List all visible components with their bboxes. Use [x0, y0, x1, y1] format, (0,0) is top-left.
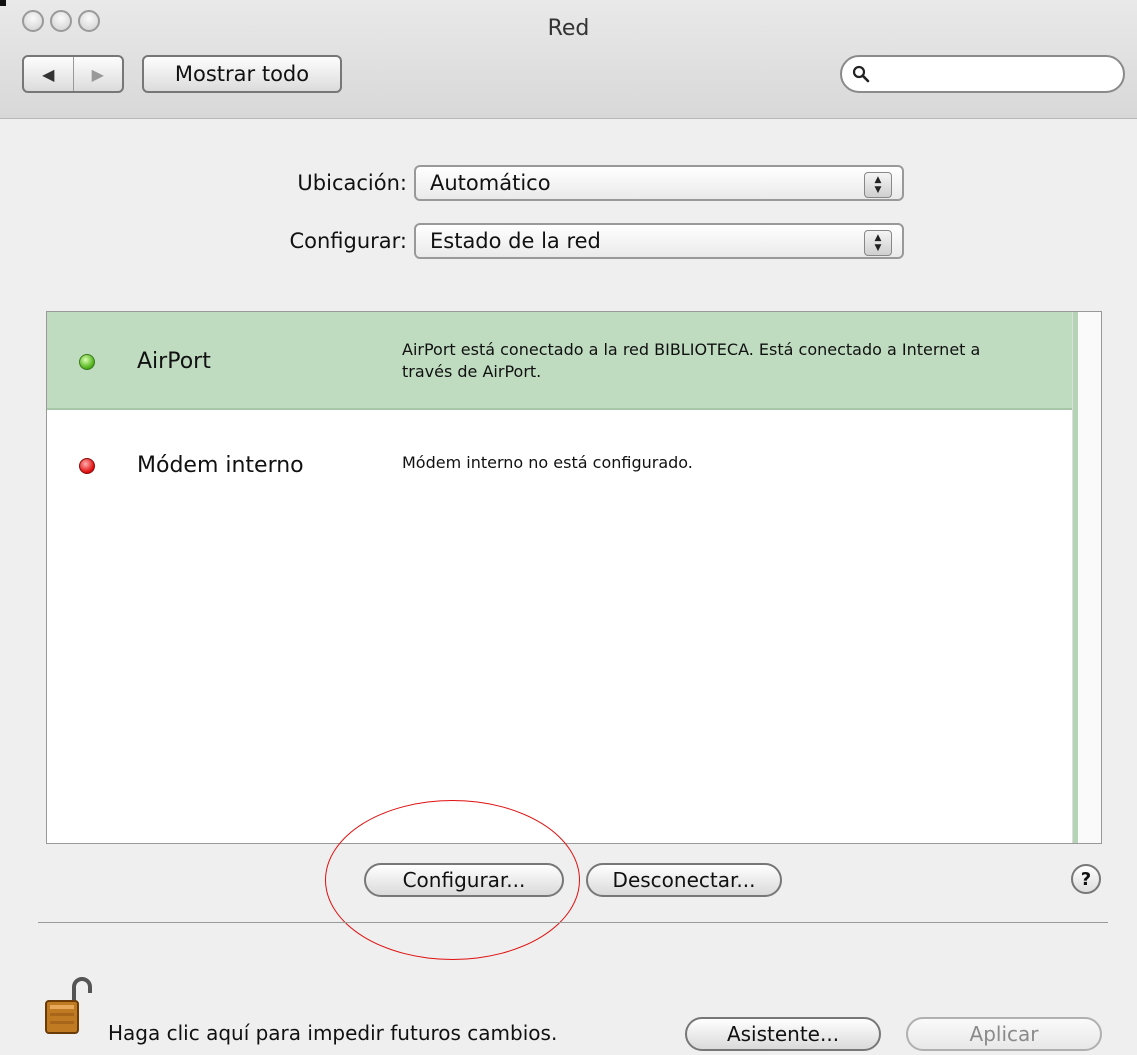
- location-label: Ubicación:: [297, 171, 407, 195]
- back-forward-group: ◀ ▶: [22, 55, 124, 93]
- lock-open-icon[interactable]: [44, 977, 96, 1035]
- service-name: AirPort: [137, 349, 211, 374]
- service-description: Módem interno no está configurado.: [402, 453, 693, 472]
- service-description: AirPort está conectado a la red BIBLIOTE…: [402, 340, 981, 381]
- window-corner: [0, 0, 6, 6]
- service-row-airport[interactable]: AirPort AirPort está conectado a la red …: [47, 312, 1073, 410]
- configure-button[interactable]: Configurar...: [364, 863, 564, 897]
- show-all-button[interactable]: Mostrar todo: [142, 55, 342, 93]
- configure-label: Configurar:: [289, 229, 407, 253]
- location-popup[interactable]: Automático ▲ ▼: [414, 165, 904, 201]
- search-icon: [852, 65, 870, 83]
- disconnect-button[interactable]: Desconectar...: [586, 863, 782, 897]
- window-title: Red: [547, 16, 590, 41]
- apply-button[interactable]: Aplicar: [906, 1017, 1102, 1051]
- network-status-list: AirPort AirPort está conectado a la red …: [46, 311, 1102, 844]
- search-input[interactable]: [876, 62, 1123, 86]
- scrollbar-track: [1073, 312, 1078, 843]
- service-row-internal-modem[interactable]: Módem interno Módem interno no está conf…: [47, 420, 1073, 518]
- status-green-icon: [79, 354, 95, 370]
- title-bar: Red ◀ ▶ Mostrar todo: [0, 0, 1137, 119]
- lock-instruction[interactable]: Haga clic aquí para impedir futuros camb…: [108, 1021, 557, 1045]
- assistant-button[interactable]: Asistente...: [685, 1017, 881, 1051]
- status-red-icon: [79, 458, 95, 474]
- forward-button[interactable]: ▶: [72, 57, 123, 91]
- popup-arrows-icon: ▲ ▼: [864, 230, 892, 256]
- service-name: Módem interno: [137, 453, 304, 478]
- configure-popup[interactable]: Estado de la red ▲ ▼: [414, 223, 904, 259]
- forward-arrow-icon: ▶: [91, 64, 104, 84]
- separator: [38, 922, 1108, 923]
- list-scrollbar[interactable]: [1072, 312, 1101, 843]
- network-preferences-window: Red ◀ ▶ Mostrar todo Ubicación: Automáti…: [0, 0, 1137, 1055]
- location-value: Automático: [430, 171, 551, 195]
- back-button[interactable]: ◀: [24, 57, 73, 91]
- search-field[interactable]: [840, 55, 1125, 93]
- back-arrow-icon: ◀: [42, 64, 55, 84]
- configure-value: Estado de la red: [430, 229, 601, 253]
- help-icon[interactable]: ?: [1071, 864, 1101, 894]
- popup-arrows-icon: ▲ ▼: [864, 172, 892, 198]
